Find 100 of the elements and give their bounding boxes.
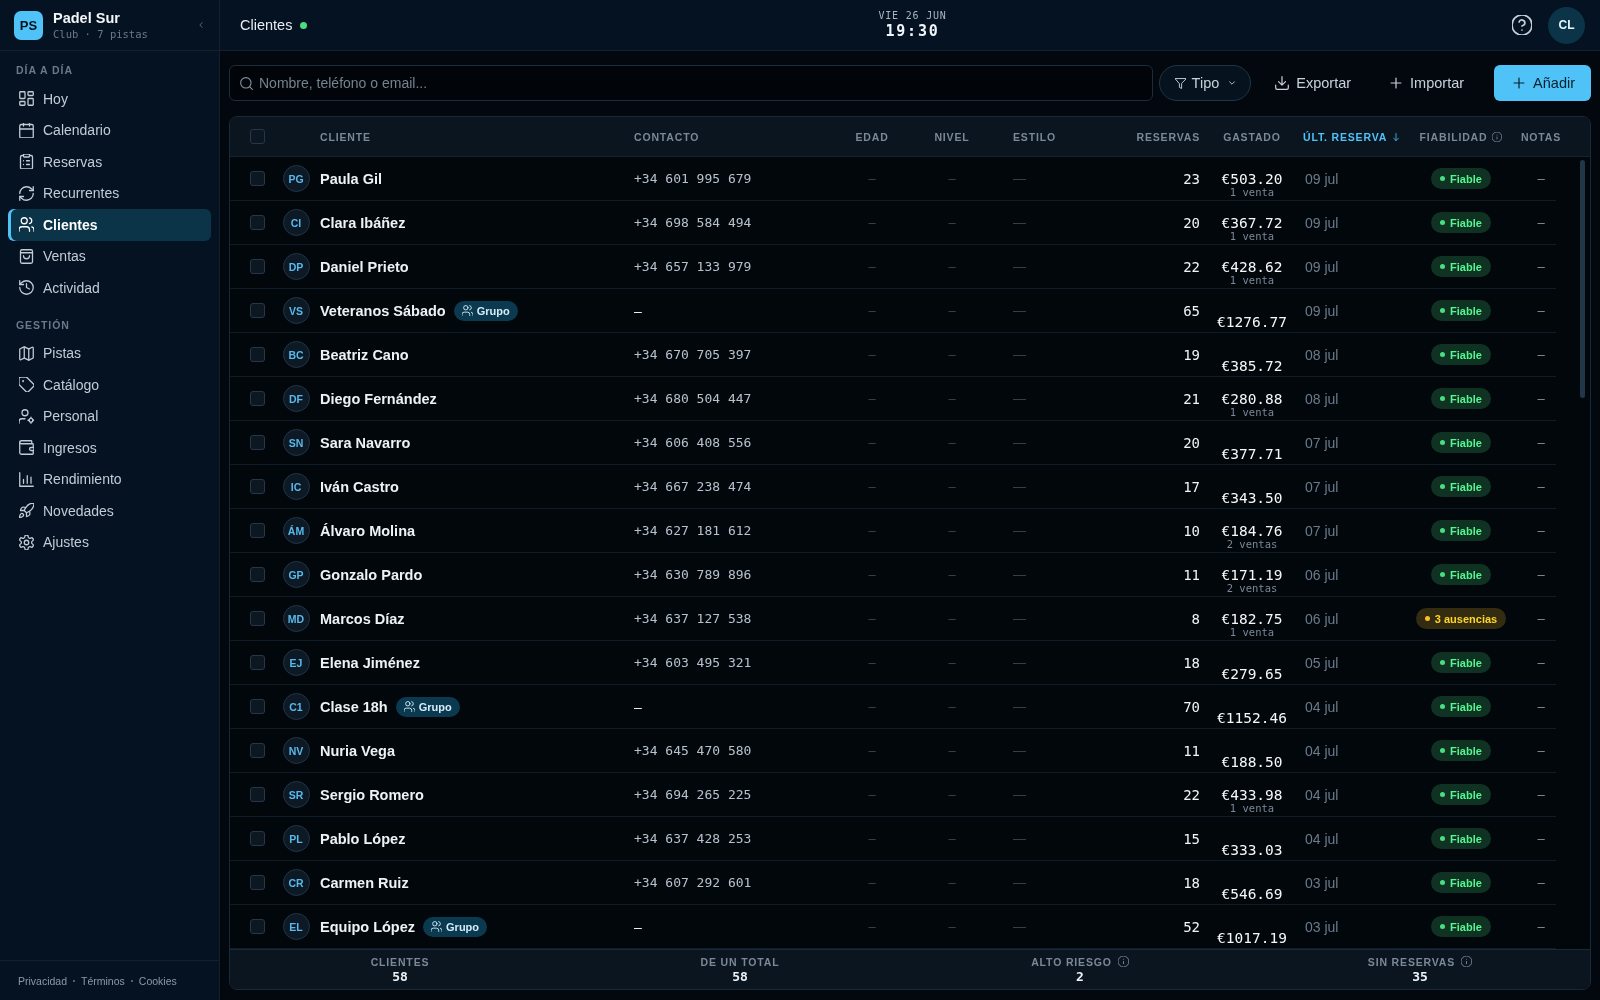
row-checkbox[interactable] (250, 303, 265, 318)
nav-item[interactable]: Clientes (8, 209, 211, 241)
client-name[interactable]: Nuria Vega (320, 742, 395, 759)
sales-note: 1 venta (1229, 407, 1275, 418)
nav-item[interactable]: Catálogo (8, 369, 211, 401)
user-avatar[interactable]: CL (1548, 6, 1585, 44)
stat-label: CLIENTES (370, 955, 430, 968)
column-header[interactable]: ESTILO (1013, 130, 1056, 143)
row-checkbox[interactable] (250, 171, 265, 186)
avatar: NV (282, 737, 310, 764)
client-name[interactable]: Daniel Prieto (320, 258, 409, 275)
style-text: — (1013, 743, 1026, 758)
column-header[interactable]: EDAD (855, 130, 889, 143)
export-button[interactable]: Exportar (1259, 65, 1368, 101)
select-all-checkbox[interactable] (250, 129, 265, 144)
row-checkbox[interactable] (250, 523, 265, 538)
client-name[interactable]: Marcos Díaz (320, 610, 405, 627)
reliability-label: Fiable (1450, 788, 1482, 801)
level-text: – (948, 259, 956, 274)
client-name[interactable]: Pablo López (320, 830, 406, 847)
help-button[interactable] (1512, 15, 1532, 35)
nav-item[interactable]: Actividad (8, 272, 211, 304)
nav-item[interactable]: Recurrentes (8, 177, 211, 209)
row-checkbox[interactable] (250, 215, 265, 230)
spent-amount: €333.03 (1221, 842, 1283, 858)
style-text: — (1013, 259, 1026, 274)
client-name[interactable]: Sergio Romero (320, 786, 424, 803)
row-checkbox[interactable] (250, 831, 265, 846)
client-name[interactable]: Veteranos Sábado (320, 302, 446, 319)
age-text: – (868, 523, 876, 538)
spent-amount: €188.50 (1221, 754, 1283, 770)
bookings-count: 65 (1183, 302, 1200, 319)
row-checkbox[interactable] (250, 435, 265, 450)
row-checkbox[interactable] (250, 655, 265, 670)
client-name[interactable]: Iván Castro (320, 478, 399, 495)
client-name[interactable]: Clara Ibáñez (320, 214, 406, 231)
client-name[interactable]: Diego Fernández (320, 390, 437, 407)
nav-item[interactable]: Hoy (8, 83, 211, 115)
row-checkbox[interactable] (250, 611, 265, 626)
plus-icon (1512, 76, 1527, 90)
style-text: — (1013, 391, 1026, 406)
row-checkbox[interactable] (250, 259, 265, 274)
footer-link[interactable]: Privacidad (18, 974, 68, 987)
footer-link[interactable]: Términos (81, 974, 125, 987)
avatar: C1 (282, 693, 310, 720)
row-checkbox[interactable] (250, 699, 265, 714)
scrollbar-thumb[interactable] (1580, 160, 1585, 398)
nav-item[interactable]: Pistas (8, 337, 211, 369)
client-name[interactable]: Carmen Ruiz (320, 874, 409, 891)
row-checkbox[interactable] (250, 787, 265, 802)
column-header[interactable]: CLIENTE (320, 130, 371, 143)
filter-button[interactable]: Tipo (1158, 65, 1252, 101)
row-checkbox[interactable] (250, 875, 265, 890)
client-name[interactable]: Gonzalo Pardo (320, 566, 423, 583)
footer-link[interactable]: Cookies (138, 974, 177, 987)
import-button[interactable]: Importar (1373, 65, 1481, 101)
client-name[interactable]: Paula Gil (320, 170, 383, 187)
last-booking-date: 04 jul (1305, 698, 1339, 715)
style-text: — (1013, 479, 1026, 494)
nav-item[interactable]: Novedades (8, 495, 211, 527)
notes-text: – (1537, 655, 1545, 670)
client-name[interactable]: Equipo López (320, 918, 416, 935)
contact-text: +34 627 181 612 (634, 523, 752, 538)
row-checkbox[interactable] (250, 743, 265, 758)
add-button[interactable]: Añadir (1494, 65, 1591, 101)
nav-item[interactable]: Ajustes (8, 526, 211, 558)
row-checkbox[interactable] (250, 919, 265, 934)
client-name[interactable]: Clase 18h (320, 698, 388, 715)
column-header[interactable]: GASTADO (1223, 130, 1281, 143)
row-checkbox[interactable] (250, 391, 265, 406)
client-name[interactable]: Elena Jiménez (320, 654, 420, 671)
nav-item[interactable]: Calendario (8, 114, 211, 146)
nav-item[interactable]: Ventas (8, 240, 211, 272)
avatar: PL (282, 825, 310, 852)
client-name[interactable]: Álvaro Molina (320, 522, 416, 539)
nav-item[interactable]: Personal (8, 400, 211, 432)
history-icon (19, 280, 34, 296)
style-text: — (1013, 567, 1026, 582)
level-text: – (948, 611, 956, 626)
column-header[interactable]: ÚLT. RESERVA (1303, 130, 1401, 143)
reliability-label: Fiable (1450, 656, 1482, 669)
column-header[interactable]: RESERVAS (1136, 130, 1200, 143)
column-header[interactable]: NIVEL (934, 130, 970, 143)
avatar: GP (282, 561, 310, 588)
collapse-button[interactable] (197, 19, 205, 31)
row-checkbox[interactable] (250, 347, 265, 362)
avatar: EL (282, 913, 310, 940)
nav-item[interactable]: Rendimiento (8, 463, 211, 495)
search-field[interactable]: Nombre, teléfono o email... (229, 65, 1153, 101)
column-header[interactable]: NOTAS (1520, 130, 1562, 143)
client-name[interactable]: Sara Navarro (320, 434, 411, 451)
reliability-label: Fiable (1450, 172, 1482, 185)
nav-item[interactable]: Ingresos (8, 432, 211, 464)
row-checkbox[interactable] (250, 567, 265, 582)
column-header[interactable]: CONTACTO (634, 130, 700, 143)
spent-amount: €367.72 (1221, 215, 1283, 231)
nav-item[interactable]: Reservas (8, 146, 211, 178)
row-checkbox[interactable] (250, 479, 265, 494)
column-header[interactable]: FIABILIDAD (1419, 130, 1503, 143)
client-name[interactable]: Beatriz Cano (320, 346, 409, 363)
